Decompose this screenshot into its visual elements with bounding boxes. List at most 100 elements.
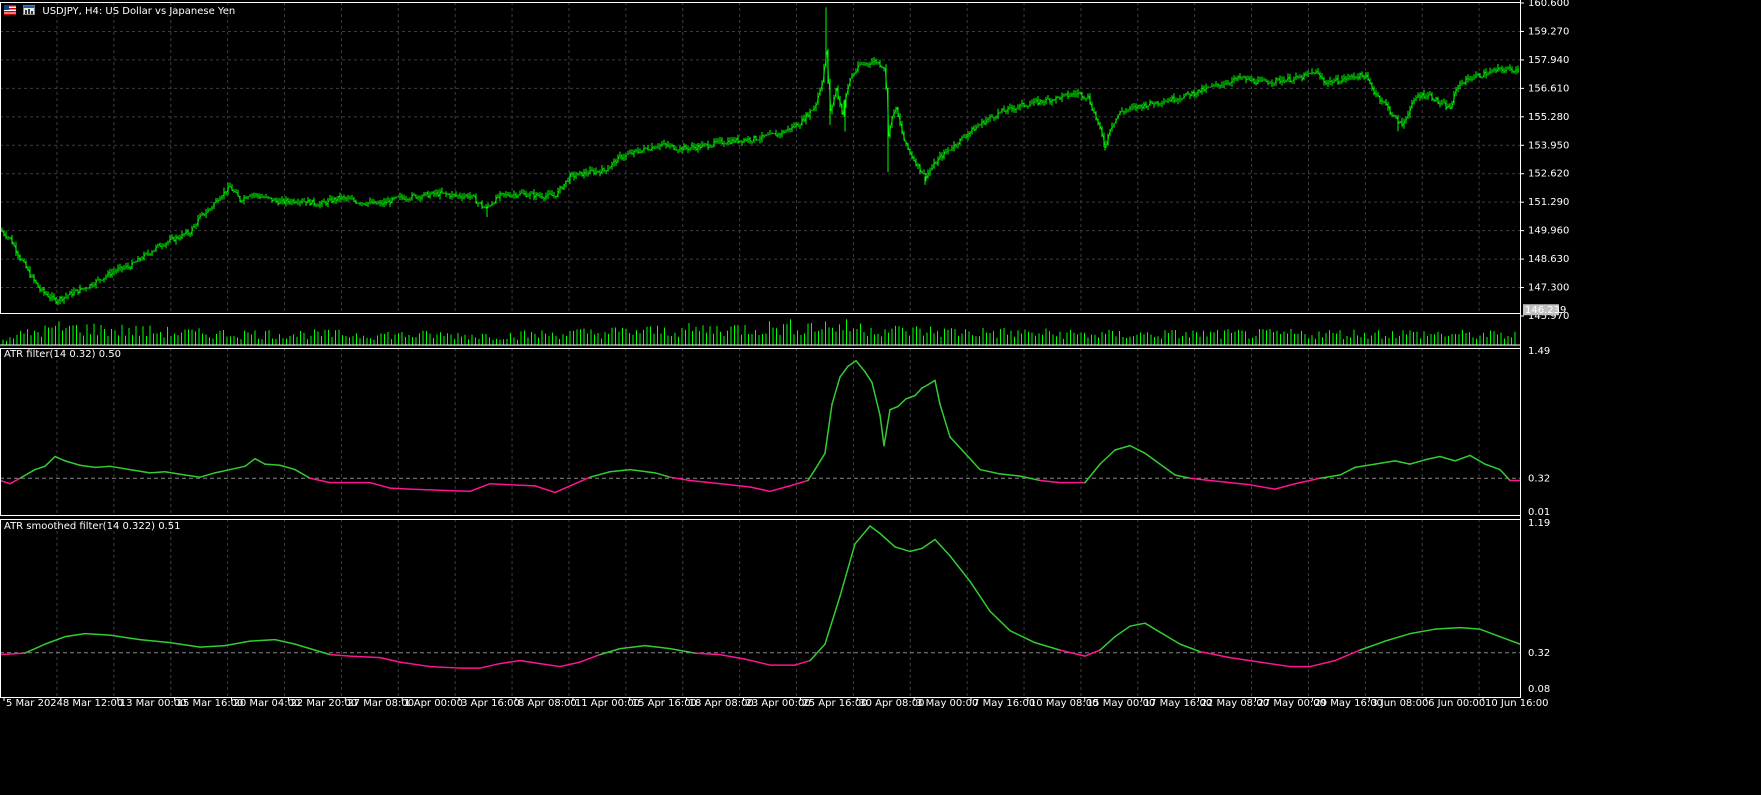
atr-line-segment [1469, 454, 1486, 465]
candle-body [923, 172, 925, 175]
candle-body [629, 152, 631, 155]
atr-line-segment [9, 477, 21, 485]
x-tick-label: 8 Apr 08:00 [518, 698, 577, 709]
candle-body [1471, 78, 1473, 81]
atr-line-segment [109, 465, 131, 471]
atr-line-segment [489, 482, 511, 486]
candle-body [723, 143, 725, 145]
atr-tick-label: 0.32 [1528, 473, 1550, 484]
atr-line-segment [439, 489, 471, 493]
candle-body [863, 63, 865, 66]
atr-line-segment [429, 665, 461, 669]
x-tick-label: 3 Jun 08:00 [1371, 698, 1428, 709]
atr-line-segment [244, 457, 256, 468]
candle-body [1161, 102, 1163, 105]
atr-line-segment [1499, 635, 1521, 645]
atr-line-segment [64, 632, 86, 638]
x-tick-label: 18 Apr 08:00 [689, 698, 754, 709]
atr-line-segment [309, 477, 331, 484]
candle-body [171, 237, 173, 239]
atr-line-segment [814, 452, 826, 471]
atr-line-segment [559, 661, 581, 668]
atr-line-segment [24, 643, 46, 654]
atr-line-segment [1159, 463, 1176, 476]
atr-line-segment [883, 408, 891, 447]
atr-tick-label: 1.19 [1528, 518, 1550, 529]
axis-labels: 5 Mar 2024 8 Mar 12:0013 Mar 00:0015 Mar … [3, 0, 1569, 709]
atr-line-segment [149, 471, 166, 474]
x-tick-label: 23 Apr 00:00 [746, 698, 811, 709]
atr-line-segment [879, 532, 896, 548]
atr-line-segment [999, 473, 1021, 477]
atr-line-segment [214, 468, 231, 474]
atr-line-segment [279, 464, 296, 471]
atr-tick-label: 0.01 [1528, 507, 1550, 518]
atr-line-segment [254, 457, 266, 465]
atr-line-segment [34, 465, 46, 471]
candle-body [587, 173, 589, 175]
atr-line-segment [1099, 449, 1116, 465]
atr-line-segment [599, 647, 621, 656]
atr-line-segment [329, 653, 351, 657]
candle-body [31, 275, 33, 278]
atr-line-segment [519, 659, 541, 665]
atr-line-segment [864, 370, 873, 384]
price-tick-label: 157.940 [1528, 55, 1569, 66]
chart-canvas: 5 Mar 2024 8 Mar 12:0013 Mar 00:0015 Mar … [0, 0, 1569, 709]
atr-line-segment [824, 403, 833, 455]
atr-line-segment [1114, 444, 1131, 451]
candle-body [1031, 103, 1033, 105]
atr-line-segment [1249, 484, 1276, 490]
candle-body [575, 175, 577, 178]
atr-line-segment [409, 488, 441, 491]
candle-body [41, 288, 43, 291]
candle-body [635, 149, 637, 152]
atr-line-segment [654, 472, 671, 478]
atr-line-segment [969, 580, 991, 612]
x-tick-label: 1 Apr 00:00 [404, 698, 463, 709]
atr-line-segment [554, 485, 571, 494]
atr-tick-label: 0.08 [1528, 684, 1550, 695]
candle-body [571, 173, 573, 175]
atr-line-segment [719, 653, 746, 660]
candle-body [677, 149, 679, 152]
atr-line-segment [1459, 626, 1481, 630]
atr-line-segment [369, 481, 391, 489]
candle-body [1441, 102, 1443, 105]
atr-line-segment [709, 481, 731, 486]
candle-body [945, 151, 947, 153]
x-tick-label: 3 May 00:00 [916, 698, 978, 709]
atr-line-segment [19, 468, 36, 480]
atr-line-segment [539, 662, 561, 668]
candle-body [1027, 105, 1029, 108]
atr-line-segment [964, 452, 981, 471]
x-tick-label: 25 Apr 16:00 [802, 698, 867, 709]
atr-line-segment [479, 662, 501, 669]
atr-line-segment [744, 658, 771, 666]
atr-line-segment [619, 644, 646, 650]
atr-line-segment [1179, 643, 1201, 653]
atr-line-segment [769, 485, 791, 493]
atr-line-segment [644, 644, 671, 650]
candle-body [1005, 110, 1007, 113]
candle-body [1043, 101, 1045, 104]
atr-line-segment [855, 360, 866, 373]
x-tick-label: 5 Mar 2024 [6, 698, 63, 709]
candle-body [395, 196, 397, 199]
candle-body [249, 195, 251, 198]
atr-line-segment [921, 383, 929, 389]
candle-body [133, 261, 135, 264]
atr-line-segment [894, 546, 911, 553]
atr-line-segment [979, 468, 1001, 475]
volume-bars [2, 319, 1516, 345]
candle-body [1477, 73, 1479, 76]
candle-body [357, 202, 359, 204]
atr-line-segment [1339, 466, 1356, 476]
price-candles [0, 7, 1520, 306]
atr-line-segment [934, 538, 951, 557]
candle-body [661, 143, 663, 146]
candle-body [739, 140, 741, 143]
price-tick-label: 156.610 [1528, 83, 1569, 94]
us-flag-icon [4, 5, 16, 15]
atr-line-segment [1159, 631, 1181, 645]
